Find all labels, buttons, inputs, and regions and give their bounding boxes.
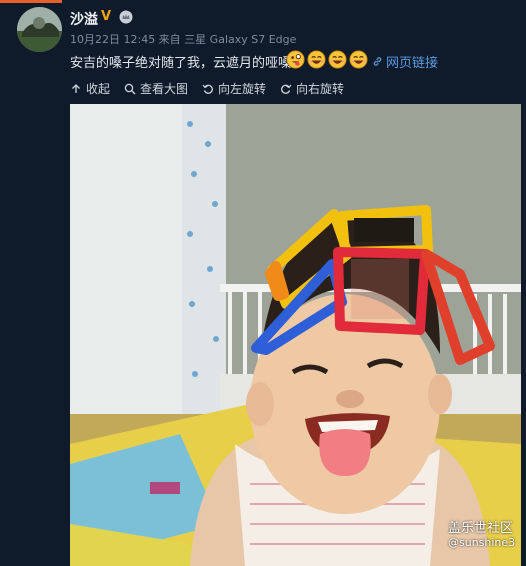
laughing-emoji-icon <box>328 50 347 69</box>
link-icon <box>373 57 382 66</box>
post-photo[interactable] <box>70 104 521 566</box>
laughing-emoji-icon <box>349 50 368 69</box>
rotate-left-button[interactable]: 向左旋转 <box>202 80 266 97</box>
member-crown-icon[interactable] <box>119 10 133 24</box>
image-toolbar: 收起 查看大图 向左旋转 向右旋转 <box>70 80 344 97</box>
rotate-right-button[interactable]: 向右旋转 <box>280 80 344 97</box>
rotate-left-label: 向左旋转 <box>218 82 267 96</box>
top-accent-bar <box>0 0 62 3</box>
magnifier-icon <box>124 83 136 94</box>
rotate-right-label: 向右旋转 <box>296 82 345 96</box>
view-large-label: 查看大图 <box>140 82 189 96</box>
watermark-site: 盖乐世社区 <box>448 521 514 536</box>
post-meta: 10月22日 12:45 来自 三星 Galaxy S7 Edge <box>70 33 297 46</box>
emoji-row <box>286 50 368 70</box>
web-link[interactable]: 网页链接 <box>372 52 438 71</box>
avatar-image <box>17 7 62 52</box>
rotate-left-icon <box>202 84 213 94</box>
watermark-user: @sunshine3 <box>448 536 516 549</box>
collapse-label: 收起 <box>86 82 111 96</box>
rotate-right-icon <box>281 84 292 94</box>
web-link-label: 网页链接 <box>386 56 439 71</box>
laughing-emoji-icon <box>307 50 326 69</box>
post-text: 安吉的嗓子绝对随了我，云遮月的哑嗓 <box>70 56 292 71</box>
vip-badge-icon[interactable]: V <box>101 9 111 24</box>
photo-child-with-magnetic-tiles <box>70 104 521 566</box>
view-large-button[interactable]: 查看大图 <box>124 80 188 97</box>
collapse-button[interactable]: 收起 <box>70 80 110 97</box>
collapse-arrow-icon <box>72 83 80 93</box>
tongue-out-emoji-icon <box>286 50 305 69</box>
username[interactable]: 沙溢 <box>70 9 98 29</box>
avatar[interactable] <box>17 7 62 52</box>
